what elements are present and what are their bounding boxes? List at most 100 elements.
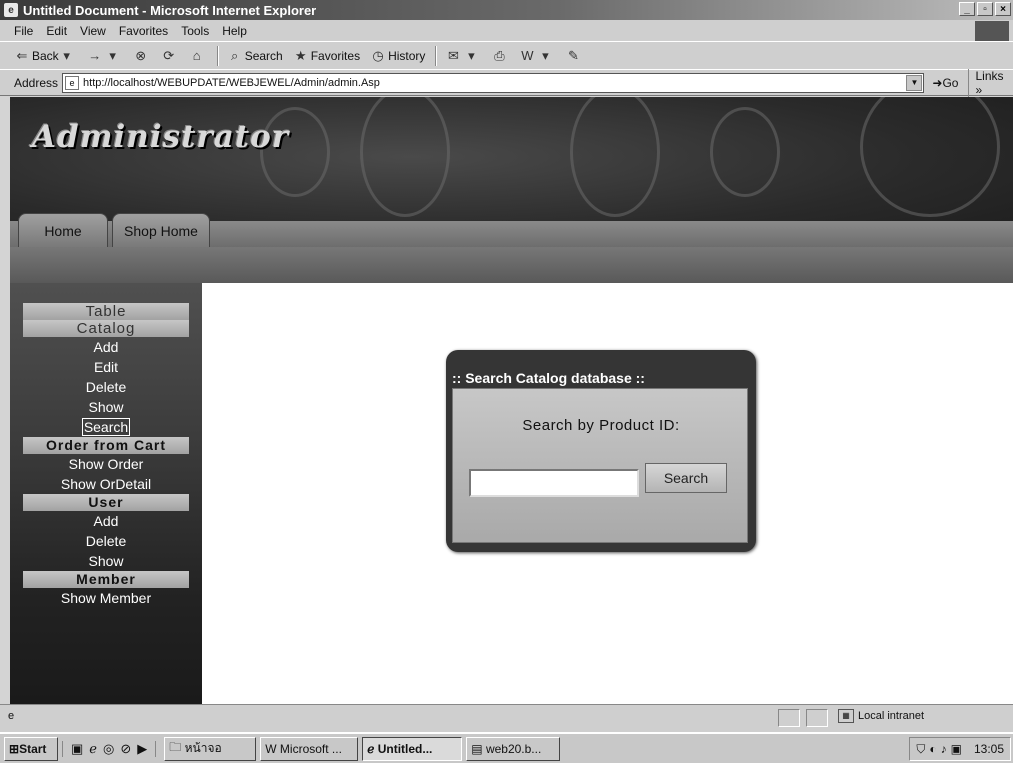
- task-label: หน้าจอ: [184, 741, 222, 755]
- search-button[interactable]: ⌕ Search: [227, 48, 283, 64]
- task-ie-untitled[interactable]: ℯ Untitled...: [362, 736, 463, 761]
- folder-icon: 🗀: [169, 740, 182, 754]
- task-label: Microsoft ...: [279, 741, 342, 756]
- search-panel: :: Search Catalog database :: Search by …: [446, 350, 756, 552]
- sidebar-item-user-delete[interactable]: Delete: [10, 531, 202, 551]
- quick-launch: ▣ ℯ ◎ ⊘ ▶: [62, 740, 157, 757]
- print-button[interactable]: ⎙: [491, 48, 509, 64]
- panel-title: :: Search Catalog database ::: [452, 370, 645, 386]
- task-word[interactable]: W Microsoft ...: [260, 736, 359, 761]
- sidebar-item-catalog-delete[interactable]: Delete: [10, 377, 202, 397]
- close-button[interactable]: ×: [995, 2, 1011, 16]
- taskbar: ⊞ Start ▣ ℯ ◎ ⊘ ▶ 🗀 หน้าจอ W Microsoft .…: [0, 732, 1013, 763]
- toolbar: ⇐ Back ▾ → ▾ ⊗ ⟳ ⌂ ⌕ Search ★ Favorites …: [0, 42, 1013, 70]
- back-arrow-icon: ⇐: [16, 47, 28, 63]
- main-content: :: Search Catalog database :: Search by …: [202, 283, 1013, 704]
- sidebar-item-show-ordetail[interactable]: Show OrDetail: [10, 474, 202, 494]
- ornament-decoration: [570, 97, 660, 217]
- shield-icon[interactable]: ⛉: [916, 742, 925, 757]
- outlook-icon[interactable]: ◎: [103, 741, 114, 757]
- refresh-button[interactable]: ⟳: [161, 48, 179, 64]
- sidebar-header-table: Table: [23, 303, 189, 320]
- task-label: Untitled...: [377, 741, 433, 756]
- language-icon[interactable]: ▣: [951, 742, 962, 756]
- channels-icon[interactable]: ⊘: [120, 741, 131, 757]
- menu-tools[interactable]: Tools: [181, 24, 209, 38]
- sidebar-header-order: Order from Cart: [23, 437, 189, 454]
- ie-icon: ℯ: [367, 741, 375, 756]
- favorites-label: Favorites: [310, 48, 361, 63]
- windows-flag-icon: ⊞: [9, 741, 20, 756]
- word-icon: W: [265, 741, 277, 756]
- links-button[interactable]: Links »: [968, 68, 1013, 97]
- forward-button[interactable]: → ▾: [87, 48, 123, 64]
- network-icon[interactable]: ◐: [929, 742, 936, 756]
- stop-button[interactable]: ⊗: [133, 48, 151, 64]
- history-button[interactable]: ◷ History: [370, 48, 425, 64]
- tab-home[interactable]: Home: [18, 213, 108, 247]
- menu-view[interactable]: View: [80, 24, 106, 38]
- clock[interactable]: 13:05: [974, 742, 1004, 756]
- sidebar-item-show-order[interactable]: Show Order: [10, 454, 202, 474]
- menu-bar: File Edit View Favorites Tools Help: [0, 20, 1013, 42]
- chevron-down-icon: ▾: [63, 47, 70, 63]
- sidebar-item-user-add[interactable]: Add: [10, 511, 202, 531]
- chevron-down-icon: ▾: [542, 47, 549, 63]
- discuss-icon: ✎: [567, 47, 579, 63]
- home-icon: ⌂: [192, 47, 201, 63]
- ornament-decoration: [710, 107, 780, 197]
- mail-icon: ✉: [447, 47, 459, 63]
- task-folder[interactable]: 🗀 หน้าจอ: [164, 736, 257, 761]
- start-button[interactable]: ⊞ Start: [4, 736, 58, 761]
- window-controls: _ ▫ ×: [959, 2, 1011, 16]
- sidebar-item-catalog-show[interactable]: Show: [10, 397, 202, 417]
- go-button[interactable]: ➜Go: [932, 76, 958, 90]
- sidebar-item-show-member[interactable]: Show Member: [10, 588, 202, 608]
- menu-help[interactable]: Help: [222, 24, 247, 38]
- print-icon: ⎙: [494, 47, 505, 63]
- volume-icon[interactable]: ♪: [941, 742, 947, 756]
- discuss-button[interactable]: ✎: [565, 48, 583, 64]
- document-icon: ▤: [471, 741, 483, 756]
- back-button[interactable]: ⇐ Back ▾: [14, 48, 77, 64]
- word-button[interactable]: W ▾: [519, 48, 555, 64]
- menu-edit[interactable]: Edit: [46, 24, 67, 38]
- go-label: Go: [942, 75, 959, 90]
- product-id-input[interactable]: [469, 469, 639, 497]
- sidebar-item-catalog-add[interactable]: Add: [10, 337, 202, 357]
- sidebar-item-catalog-search[interactable]: Search: [10, 417, 202, 437]
- address-url: http://localhost/WEBUPDATE/WEBJEWEL/Admi…: [83, 76, 380, 89]
- zone-label: Local intranet: [858, 710, 925, 722]
- sidebar-item-user-show[interactable]: Show: [10, 551, 202, 571]
- menu-favorites[interactable]: Favorites: [119, 24, 168, 38]
- start-label: Start: [19, 741, 47, 756]
- status-panel: [806, 709, 828, 727]
- menu-file[interactable]: File: [14, 24, 33, 38]
- intranet-icon: ▦: [838, 709, 854, 723]
- search-label: Search: [244, 48, 283, 63]
- forward-arrow-icon: →: [88, 47, 102, 63]
- sidebar-item-catalog-edit[interactable]: Edit: [10, 357, 202, 377]
- tab-shop-home[interactable]: Shop Home: [112, 213, 210, 247]
- banner-title: Administrator: [32, 119, 290, 155]
- chevron-down-icon: ▾: [109, 47, 116, 63]
- ie-icon[interactable]: ℯ: [89, 741, 97, 757]
- task-web20[interactable]: ▤ web20.b...: [466, 736, 561, 761]
- title-bar: e Untitled Document - Microsoft Internet…: [0, 0, 1013, 20]
- ornament-decoration: [360, 97, 450, 217]
- home-button[interactable]: ⌂: [189, 48, 207, 64]
- restore-button[interactable]: ▫: [977, 2, 993, 16]
- media-icon[interactable]: ▶: [137, 741, 147, 757]
- search-submit-button[interactable]: Search: [645, 463, 727, 493]
- refresh-icon: ⟳: [163, 47, 175, 63]
- minimize-button[interactable]: _: [959, 2, 975, 16]
- address-input[interactable]: e http://localhost/WEBUPDATE/WEBJEWEL/Ad…: [62, 72, 925, 93]
- favorites-button[interactable]: ★ Favorites: [293, 48, 360, 64]
- desktop-icon[interactable]: ▣: [71, 741, 83, 757]
- ie-logo-icon: e: [4, 3, 18, 17]
- stop-icon: ⊗: [135, 47, 147, 63]
- chevron-down-icon[interactable]: ▼: [906, 74, 923, 91]
- mail-button[interactable]: ✉ ▾: [445, 48, 481, 64]
- sidebar-header-member: Member: [23, 571, 189, 588]
- system-tray: ⛉ ◐ ♪ ▣ 13:05: [909, 737, 1011, 761]
